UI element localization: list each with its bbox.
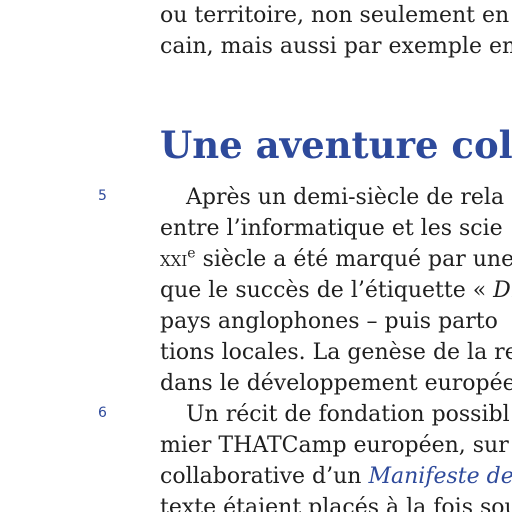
body-text-line: texte étaient placés à la fois sous <box>160 495 512 512</box>
document-page: ou territoire, non seulement en cain, ma… <box>0 0 512 512</box>
body-text-line: mier THATCamp européen, sur <box>160 433 509 458</box>
italic-term: Dig <box>493 278 512 303</box>
body-text-line: dans le développement européen <box>160 371 512 396</box>
paragraph-number: 6 <box>98 405 107 421</box>
body-text-line: pays anglophones – puis parto <box>160 309 498 334</box>
body-text-line: ou territoire, non seulement en <box>160 3 510 28</box>
body-text-line: Un récit de fondation possibl <box>186 402 510 427</box>
superscript: e <box>187 245 196 262</box>
manifesto-link[interactable]: Manifeste de <box>368 464 512 489</box>
body-text-line: entre l’informatique et les scie <box>160 216 503 241</box>
body-text-segment: siècle a été marqué par une <box>195 247 512 272</box>
body-text-line: collaborative d’un Manifeste de <box>160 462 512 492</box>
body-text-line: cain, mais aussi par exemple en <box>160 34 512 59</box>
body-text-segment: collaborative d’un <box>160 464 369 489</box>
body-text-line: Après un demi-siècle de rela <box>186 185 505 210</box>
paragraph-number: 5 <box>98 188 107 204</box>
section-heading: Une aventure collec <box>160 123 512 167</box>
body-text-segment: que le succès de l’étiquette « <box>160 278 494 303</box>
century-numeral: xxi <box>160 247 188 272</box>
body-text-line: tions locales. La genèse de la re <box>160 340 512 365</box>
body-text-line: que le succès de l’étiquette « Dig <box>160 276 512 306</box>
body-text-line: xxie siècle a été marqué par une <box>160 245 512 275</box>
